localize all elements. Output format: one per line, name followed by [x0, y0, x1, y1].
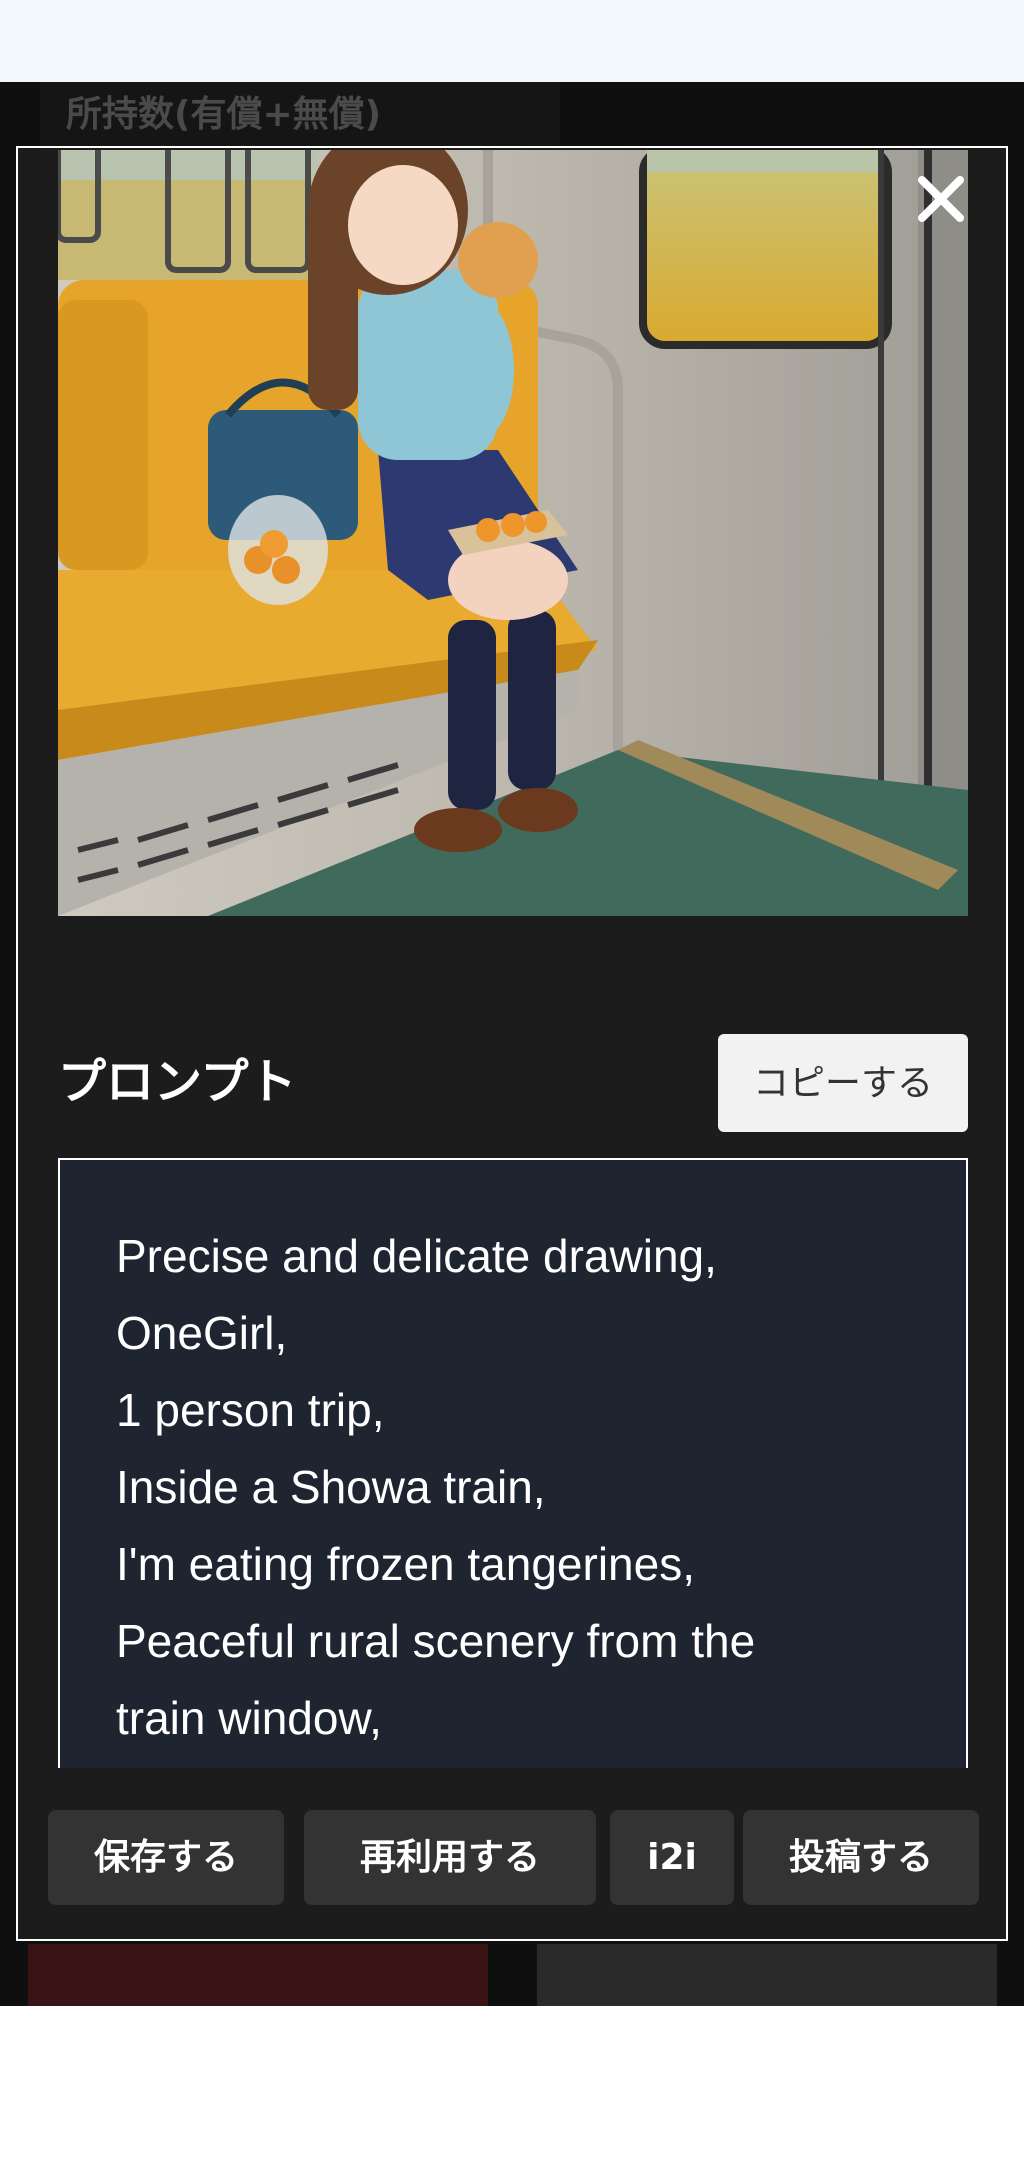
i2i-button[interactable]: i2i	[610, 1810, 734, 1905]
action-bar: 保存する 再利用する i2i 投稿する	[18, 1768, 1006, 1939]
prompt-text-box[interactable]: Precise and delicate drawing, OneGirl, 1…	[58, 1158, 968, 1768]
prompt-text: Precise and delicate drawing, OneGirl, 1…	[116, 1230, 756, 1744]
close-button[interactable]	[912, 170, 970, 228]
gallery-thumbnail-right[interactable]	[537, 1944, 997, 2006]
generated-image	[58, 150, 968, 916]
close-icon	[918, 176, 964, 222]
copy-prompt-button[interactable]: コピーする	[718, 1034, 968, 1132]
post-button[interactable]: 投稿する	[743, 1810, 979, 1905]
top-status-bar	[0, 0, 1024, 82]
prompt-header: プロンプト コピーする	[58, 1034, 968, 1132]
reuse-button[interactable]: 再利用する	[304, 1810, 596, 1905]
gallery-thumbnail-left[interactable]	[28, 1944, 488, 2006]
prompt-title: プロンプト	[58, 1054, 297, 1110]
generated-image-illustration	[58, 150, 968, 916]
save-button[interactable]: 保存する	[48, 1810, 284, 1905]
owned-count-label: 所持数(有償+無償)	[40, 82, 560, 150]
image-detail-modal: プロンプト コピーする Precise and delicate drawing…	[16, 146, 1008, 1941]
